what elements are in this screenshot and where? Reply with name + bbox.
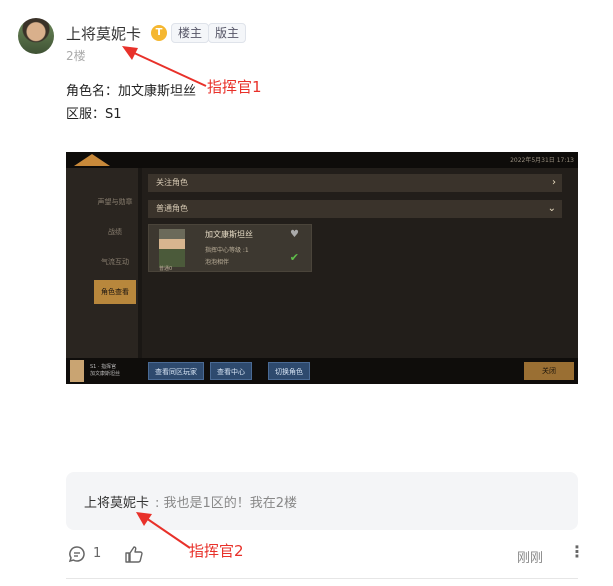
game-bar-normal[interactable]: 普通角色 ⌄ [148,200,562,218]
game-side-item[interactable]: 声望与勋章 [94,190,136,214]
tag-louzhu: 楼主 [171,23,210,43]
game-button-close[interactable]: 关闭 [524,362,574,380]
role-badge: 普通0 [159,266,173,272]
avatar[interactable] [18,18,54,54]
vip-badge-icon: T [151,25,167,41]
game-main-panel: 关注角色 › 普通角色 ⌄ 加文康斯坦丝 指挥中心等级 :1 泡泡相伴 普通0 … [142,168,578,358]
game-role-card[interactable]: 加文康斯坦丝 指挥中心等级 :1 泡泡相伴 普通0 ♥ ✔ [148,224,312,272]
player-mini-avatar [70,360,84,382]
game-button-switch-role[interactable]: 切换角色 [268,362,310,380]
game-side-item[interactable]: 战绩 [94,220,136,244]
game-screenshot[interactable]: 2022年5月31日 17:13 声望与勋章 战绩 气流互动 角色查看 关注角色… [66,152,578,384]
heart-icon[interactable]: ♥ [290,229,299,240]
bottom-player-info: S1 · 指挥官 加文康斯坦丝 [90,364,120,378]
check-icon: ✔ [289,251,299,264]
post-time: 刚刚 [517,551,544,566]
game-side-item[interactable]: 气流互动 [94,250,136,274]
game-sidebar: 声望与勋章 战绩 气流互动 角色查看 [66,168,138,358]
game-button-view-center[interactable]: 查看中心 [210,362,252,380]
game-logo-icon [74,154,110,166]
game-bottom-bar: S1 · 指挥官 加文康斯坦丝 查看同区玩家 查看中心 切换角色 关闭 [66,358,578,384]
game-bar-follow[interactable]: 关注角色 › [148,174,562,192]
game-bar-label: 普通角色 [156,204,188,213]
game-topbar: 2022年5月31日 17:13 [66,152,578,168]
game-button-view-server[interactable]: 查看同区玩家 [148,362,204,380]
annotation-2: 指挥官2 [189,542,244,560]
username[interactable]: 上将莫妮卡 [66,23,141,44]
thumbs-up-icon[interactable] [124,545,144,563]
post-line-role: 角色名：加文康斯坦丝 [66,84,197,99]
role-level: 指挥中心等级 :1 [205,247,249,254]
tag-banzhu: 版主 [208,23,247,43]
role-name: 加文康斯坦丝 [205,230,253,239]
bottom-player-line2: 加文康斯坦丝 [90,371,121,377]
comment-count: 1 [93,546,102,561]
game-datetime: 2022年5月31日 17:13 [510,157,574,164]
divider [66,578,578,579]
game-side-item-active[interactable]: 角色查看 [94,280,136,304]
bottom-player-line1: S1 · 指挥官 [90,364,117,370]
chevron-right-icon: › [552,177,556,188]
floor-number: 2楼 [66,49,86,63]
game-bar-label: 关注角色 [156,178,188,187]
annotation-1: 指挥官1 [207,78,262,96]
post-line-server: 区服：S1 [66,107,122,122]
more-options-icon[interactable]: ⋮ [569,542,585,561]
comment-icon[interactable] [68,545,86,563]
role-portrait [159,229,185,267]
role-status: 泡泡相伴 [205,259,230,266]
chevron-down-icon: ⌄ [547,203,556,214]
